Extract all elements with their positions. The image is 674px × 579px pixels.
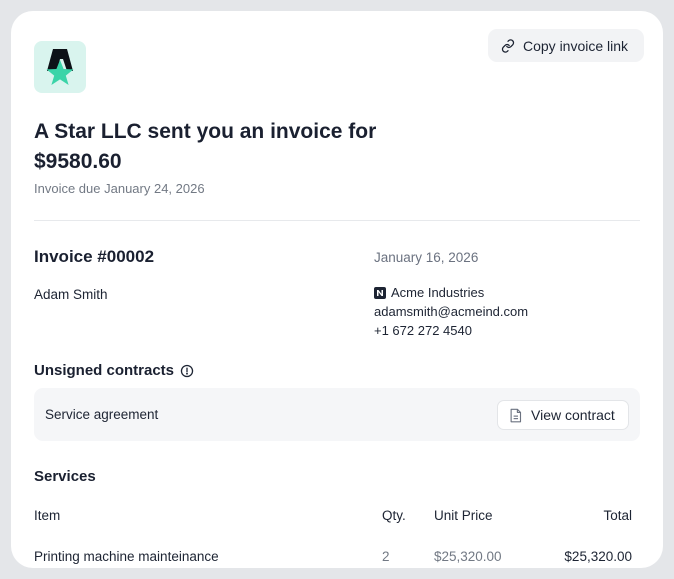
recipient-name: Adam Smith bbox=[34, 287, 108, 302]
column-header-qty: Qty. bbox=[382, 508, 406, 523]
divider bbox=[34, 220, 640, 221]
invoice-headline: A Star LLC sent you an invoice for $9580… bbox=[34, 117, 454, 177]
row-qty: 2 bbox=[382, 549, 390, 564]
row-item: Printing machine mainteinance bbox=[34, 549, 219, 564]
services-title: Services bbox=[34, 468, 96, 485]
document-icon bbox=[510, 408, 522, 422]
recipient-company: Acme Industries bbox=[374, 285, 484, 300]
contract-name: Service agreement bbox=[45, 407, 159, 422]
copy-invoice-link-label: Copy invoice link bbox=[523, 37, 629, 54]
recipient-email: adamsmith@acmeind.com bbox=[374, 304, 529, 319]
column-header-total: Total bbox=[603, 508, 632, 523]
row-total: $25,320.00 bbox=[564, 549, 632, 564]
column-header-unit-price: Unit Price bbox=[434, 508, 493, 523]
unsigned-contracts-title: Unsigned contracts bbox=[34, 362, 175, 379]
company-name: Acme Industries bbox=[391, 285, 485, 300]
window-frame: Copy invoice link A Star LLC sent you an… bbox=[0, 0, 674, 579]
company-logo bbox=[34, 41, 86, 93]
link-icon bbox=[501, 38, 515, 53]
invoice-due-date: Invoice due January 24, 2026 bbox=[34, 181, 205, 196]
unsigned-contracts-heading: Unsigned contracts bbox=[34, 362, 194, 379]
services-heading: Services bbox=[34, 468, 96, 485]
invoice-amount: $9580.60 bbox=[34, 150, 122, 173]
recipient-phone: +1 672 272 4540 bbox=[374, 323, 472, 338]
copy-invoice-link-button[interactable]: Copy invoice link bbox=[488, 29, 644, 62]
acme-logo-icon bbox=[374, 286, 386, 299]
contract-row: Service agreement View contract bbox=[34, 388, 640, 441]
view-contract-label: View contract bbox=[531, 407, 615, 423]
row-unit-price: $25,320.00 bbox=[434, 549, 502, 564]
view-contract-button[interactable]: View contract bbox=[497, 400, 629, 430]
info-icon[interactable] bbox=[180, 364, 194, 378]
a-star-logo-icon bbox=[46, 49, 74, 85]
column-header-item: Item bbox=[34, 508, 61, 523]
headline-text: A Star LLC sent you an invoice for bbox=[34, 120, 377, 143]
invoice-card: Copy invoice link A Star LLC sent you an… bbox=[11, 11, 663, 568]
invoice-number: Invoice #00002 bbox=[34, 247, 155, 266]
invoice-date: January 16, 2026 bbox=[374, 250, 479, 265]
